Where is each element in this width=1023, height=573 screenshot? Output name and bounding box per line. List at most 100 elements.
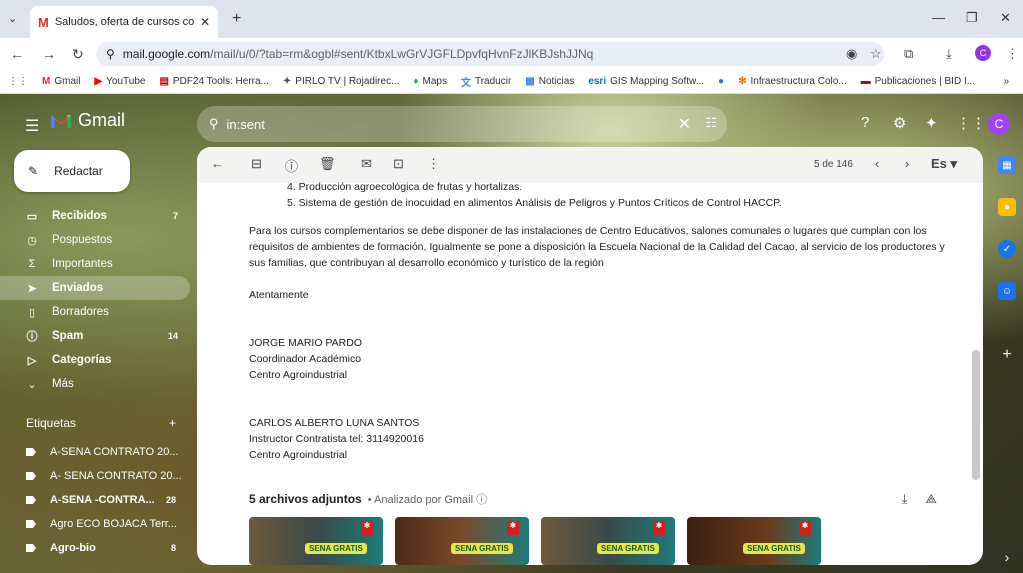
label-count: 8 [170,543,176,553]
inbox-icon: ▭ [26,210,38,223]
minimize-icon[interactable]: — [932,10,945,25]
search-icon[interactable]: ⚲ [209,116,219,132]
download-all-icon[interactable]: ⤓ [902,491,908,507]
bookmark-pdf24[interactable]: ▤ PDF24 Tools: Herra... [159,76,268,87]
nav-item-send[interactable]: ➤ Enviados [0,276,190,300]
report-spam-icon[interactable]: ⓘ [285,156,298,175]
older-icon[interactable]: › [905,156,909,171]
nav-item-inbox[interactable]: ▭ Recibidos 7 [0,204,190,228]
new-tab-icon[interactable]: + [232,10,241,28]
google-apps-icon[interactable]: ⋮⋮ [956,114,986,132]
bookmark-youtube[interactable]: ▶ YouTube [94,76,145,87]
settings-gear-icon[interactable]: ⚙ [893,114,906,132]
label-item[interactable]: A-SENA -CONTRA... 28 [0,488,190,512]
compose-button[interactable]: ✎ Redactar [14,150,130,192]
body-paragraph: Para los cursos complementarios se debe … [249,225,945,269]
label-tag-icon [26,496,36,504]
url-field[interactable]: ⚲ mail.google.com/mail/u/0/?tab=rm&ogbl#… [96,42,884,66]
nav-item-label: Más [52,378,74,390]
attachment-thumbnail[interactable]: ✱ SENA GRATIS [395,517,529,565]
hide-side-panel-icon[interactable]: › [998,548,1016,566]
browser-menu-icon[interactable]: ⋮ [1006,46,1019,62]
newer-icon[interactable]: ‹ [875,156,879,171]
forward-icon[interactable]: → [42,46,56,62]
message-scrollbar[interactable] [972,350,980,480]
important-icon: Σ [28,258,36,270]
download-icon[interactable]: ⤓ [946,46,952,62]
mark-unread-icon[interactable]: ✉ [361,156,372,172]
calendar-icon[interactable]: ▦ [998,156,1016,174]
nav-item-draft[interactable]: ▯ Borradores [0,300,190,324]
tasks-icon[interactable]: ✓ [998,240,1016,258]
add-to-drive-icon[interactable]: ⟁ [925,491,937,507]
close-window-icon[interactable]: ✕ [1000,10,1011,26]
bookmark-maps[interactable]: ♦ Maps [413,76,447,87]
bookmark-traducir[interactable]: 文 Traducir [461,74,511,89]
label-name: A-SENA CONTRATO 20... [50,446,179,458]
bookmarks-bar: ⋮⋮ M Gmail ▶ YouTube ▤ PDF24 Tools: Herra..… [0,70,1023,94]
contacts-icon[interactable]: ☺ [998,282,1016,300]
bookmark-pirlotv[interactable]: ✦ PIRLO TV | Rojadirec... [283,76,400,87]
mail-folder-list: ▭ Recibidos 7 ◷ Pospuestos Σ Importantes ➤ Envia… [0,204,190,396]
search-options-icon[interactable]: ☷ [705,115,717,131]
bookmark-gis[interactable]: esri GIS Mapping Softw... [588,76,704,87]
nav-item-label[interactable]: ▷ Categorías [0,348,190,372]
site-info-icon[interactable]: ⚲ [106,47,115,61]
archive-icon[interactable]: ⊟ [251,156,262,172]
account-avatar[interactable]: C [988,113,1010,135]
apps-grid-icon[interactable]: ⋮⋮ [8,76,28,87]
back-to-list-icon[interactable]: ← [211,156,224,171]
nav-item-label: Categorías [52,354,112,366]
sena-logo-icon: ✱ [507,521,519,535]
close-tab-icon[interactable]: ✕ [200,15,210,29]
incognito-icon[interactable]: ◉ [846,46,857,62]
list-item: 4. Producción agroecológica de frutas y … [287,181,523,193]
delete-icon[interactable]: 🗑 [319,156,336,172]
browser-profile-avatar[interactable]: C [975,45,991,61]
search-input[interactable]: in:sent [227,117,265,132]
nav-item-spam[interactable]: ⓘ Spam 14 [0,324,190,348]
message-body: 4. Producción agroecológica de frutas y … [249,181,959,463]
bookmark-bid[interactable]: ▬ Publicaciones | BID I... [861,76,975,87]
gemini-sparkle-icon[interactable]: ✦ [925,114,938,132]
add-label-icon[interactable]: + [169,416,176,430]
back-icon[interactable]: ← [10,46,24,62]
nav-item-clock[interactable]: ◷ Pospuestos [0,228,190,252]
attachment-thumbnail[interactable]: ✱ SENA GRATIS [249,517,383,565]
nav-item-important[interactable]: Σ Importantes [0,252,190,276]
attachment-thumbnail[interactable]: ✱ SENA GRATIS [687,517,821,565]
nav-item-chevron-down[interactable]: ⌄ Más [0,372,190,396]
label-item[interactable]: A-SENA CONTRATO 20... [0,440,190,464]
label-item[interactable]: Agro ECO BOJACA Terr... [0,512,190,536]
bookmark-infraestructura[interactable]: ✻ Infraestructura Colo... [738,76,847,87]
bookmark-noticias[interactable]: ▦ Noticias [525,76,574,87]
label-icon: ▷ [27,354,37,367]
more-actions-icon[interactable]: ⋮ [427,156,440,172]
attachment-thumbnail[interactable]: ✱ SENA GRATIS [541,517,675,565]
move-to-icon[interactable]: ⊡ [393,156,404,172]
browser-tab-strip: ⌄ M Saludos, oferta de cursos comp ✕ + —… [0,0,1023,38]
input-language-selector[interactable]: Es ▾ [931,156,957,172]
extensions-icon[interactable]: ⧉ [904,46,913,62]
clear-search-icon[interactable]: ✕ [678,114,691,134]
add-addon-icon[interactable]: + [998,346,1016,364]
main-menu-icon[interactable]: ☰ [25,116,39,136]
bookmark-facebook[interactable]: ● [718,76,724,87]
bookmarks-more[interactable]: » [1003,76,1009,87]
bookmark-star-icon[interactable]: ☆ [870,46,882,62]
signature-2: CARLOS ALBERTO LUNA SANTOS Instructor Co… [249,417,424,461]
restore-icon[interactable]: ❐ [966,10,978,26]
help-icon[interactable]: ? [861,114,869,131]
browser-tab[interactable]: M Saludos, oferta de cursos comp ✕ [30,6,218,38]
search-bar[interactable]: ⚲ in:sent ✕ ☷ [197,106,727,142]
clock-icon: ◷ [27,234,37,247]
reload-icon[interactable]: ↻ [72,46,84,63]
keep-icon[interactable]: ● [998,198,1016,216]
bookmark-gmail[interactable]: M Gmail [42,76,80,87]
chevron-down-icon: ⌄ [27,378,37,391]
label-item[interactable]: A- SENA CONTRATO 20... [0,464,190,488]
tab-search-icon[interactable]: ⌄ [8,12,17,25]
unread-count: 14 [167,331,178,341]
gmail-logo[interactable]: Gmail [50,110,125,131]
label-item[interactable]: Agro-bio 8 [0,536,190,560]
